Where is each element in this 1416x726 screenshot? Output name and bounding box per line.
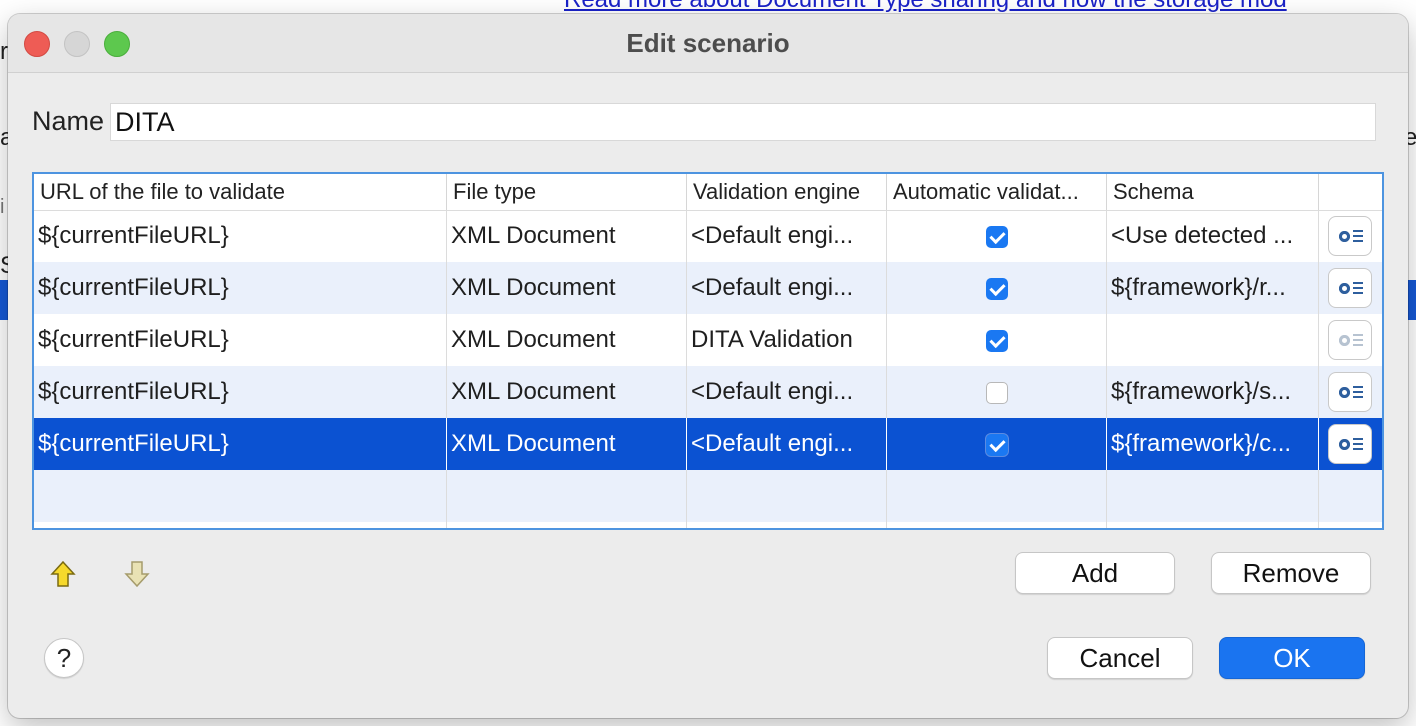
file-type-cell[interactable]: XML Document xyxy=(446,366,686,418)
list-icon xyxy=(1353,282,1363,294)
edit-schema-button[interactable] xyxy=(1328,268,1372,308)
add-button[interactable]: Add xyxy=(1015,552,1175,594)
automatic-validation-cell xyxy=(886,262,1106,314)
name-field[interactable] xyxy=(110,103,1376,141)
list-icon xyxy=(1353,438,1363,450)
list-icon xyxy=(1353,334,1363,346)
file-type-cell[interactable]: XML Document xyxy=(446,262,686,314)
engine-cell[interactable]: <Default engi... xyxy=(686,210,886,262)
url-cell[interactable]: ${currentFileURL} xyxy=(34,210,446,262)
arrow-down-icon[interactable] xyxy=(124,560,150,588)
ok-button[interactable]: OK xyxy=(1219,637,1365,679)
schema-cell[interactable] xyxy=(1106,314,1318,366)
table-row[interactable]: ${currentFileURL} XML Document DITA Valida… xyxy=(34,314,1382,366)
table-row[interactable]: ${currentFileURL} XML Document <Default en… xyxy=(34,262,1382,314)
actions-cell xyxy=(1318,418,1382,470)
background-fragment: i xyxy=(0,196,5,218)
empty-table-row xyxy=(34,470,1382,522)
gear-icon xyxy=(1339,231,1350,242)
column-header-schema[interactable]: Schema xyxy=(1106,174,1318,210)
column-header-file-type[interactable]: File type xyxy=(446,174,686,210)
column-header-automatic-validation[interactable]: Automatic validat... xyxy=(886,174,1106,210)
name-label: Name xyxy=(32,106,105,136)
url-cell[interactable]: ${currentFileURL} xyxy=(34,418,446,470)
url-cell[interactable]: ${currentFileURL} xyxy=(34,366,446,418)
table-header: URL of the file to validate File type Va… xyxy=(34,174,1382,211)
engine-cell[interactable]: <Default engi... xyxy=(686,262,886,314)
actions-cell xyxy=(1318,210,1382,262)
background-fragment: r xyxy=(0,38,8,65)
gear-icon xyxy=(1339,439,1350,450)
automatic-validation-cell xyxy=(886,366,1106,418)
engine-cell[interactable]: <Default engi... xyxy=(686,366,886,418)
gear-icon xyxy=(1339,387,1350,398)
edit-schema-button[interactable] xyxy=(1328,372,1372,412)
cancel-button[interactable]: Cancel xyxy=(1047,637,1193,679)
list-icon xyxy=(1353,230,1363,242)
gear-icon xyxy=(1339,335,1350,346)
arrow-up-icon[interactable] xyxy=(50,560,76,588)
automatic-validation-checkbox[interactable] xyxy=(985,225,1008,248)
edit-scenario-dialog: Edit scenario Name URL of the file to va… xyxy=(8,14,1408,718)
automatic-validation-checkbox[interactable] xyxy=(985,277,1008,300)
automatic-validation-checkbox[interactable] xyxy=(985,381,1008,404)
file-type-cell[interactable]: XML Document xyxy=(446,210,686,262)
actions-cell xyxy=(1318,366,1382,418)
automatic-validation-cell xyxy=(886,418,1106,470)
edit-schema-button[interactable] xyxy=(1328,424,1372,464)
automatic-validation-cell xyxy=(886,210,1106,262)
table-row[interactable]: ${currentFileURL} XML Document <Default en… xyxy=(34,366,1382,418)
engine-cell[interactable]: <Default engi... xyxy=(686,418,886,470)
automatic-validation-checkbox[interactable] xyxy=(985,433,1008,456)
url-cell[interactable]: ${currentFileURL} xyxy=(34,262,446,314)
title-bar: Edit scenario xyxy=(8,14,1408,73)
column-header-url[interactable]: URL of the file to validate xyxy=(34,174,446,210)
gear-icon xyxy=(1339,283,1350,294)
engine-cell[interactable]: DITA Validation xyxy=(686,314,886,366)
schema-cell[interactable]: ${framework}/s... xyxy=(1106,366,1318,418)
url-cell[interactable]: ${currentFileURL} xyxy=(34,314,446,366)
empty-table-row xyxy=(34,522,1382,528)
edit-schema-button[interactable] xyxy=(1328,216,1372,256)
table-row[interactable]: ${currentFileURL} XML Document <Default en… xyxy=(34,418,1382,470)
file-type-cell[interactable]: XML Document xyxy=(446,418,686,470)
table-row[interactable]: ${currentFileURL} XML Document <Default en… xyxy=(34,210,1382,262)
automatic-validation-cell xyxy=(886,314,1106,366)
actions-cell xyxy=(1318,314,1382,366)
column-header-engine[interactable]: Validation engine xyxy=(686,174,886,210)
dialog-title: Edit scenario xyxy=(626,28,790,58)
help-button[interactable]: ? xyxy=(44,638,84,678)
edit-schema-button xyxy=(1328,320,1372,360)
schema-cell[interactable]: ${framework}/r... xyxy=(1106,262,1318,314)
file-type-cell[interactable]: XML Document xyxy=(446,314,686,366)
remove-button[interactable]: Remove xyxy=(1211,552,1371,594)
schema-cell[interactable]: ${framework}/c... xyxy=(1106,418,1318,470)
schema-cell[interactable]: <Use detected ... xyxy=(1106,210,1318,262)
column-header-actions xyxy=(1318,174,1382,210)
background-link: Read more about Document Type sharing an… xyxy=(564,0,1287,14)
automatic-validation-checkbox[interactable] xyxy=(985,329,1008,352)
list-icon xyxy=(1353,386,1363,398)
validation-units-table: URL of the file to validate File type Va… xyxy=(32,172,1384,530)
actions-cell xyxy=(1318,262,1382,314)
